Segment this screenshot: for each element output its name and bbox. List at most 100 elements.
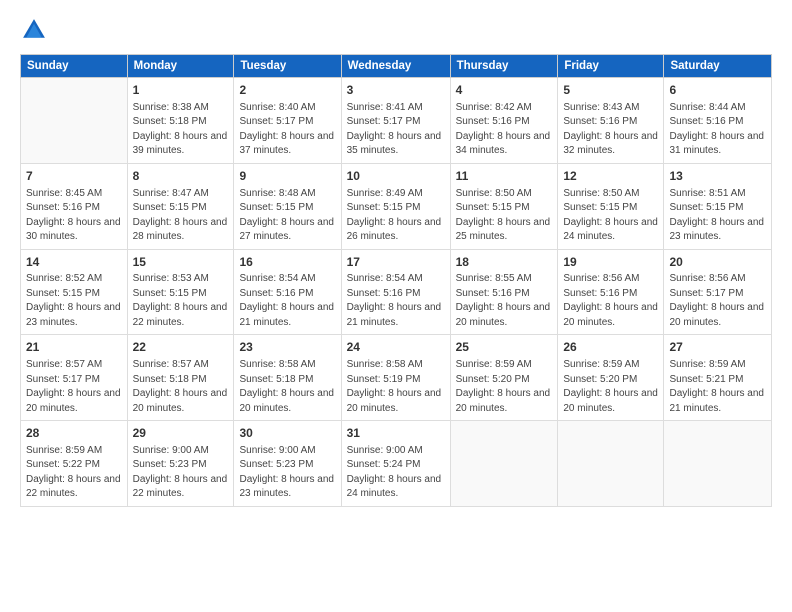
calendar-header-row: SundayMondayTuesdayWednesdayThursdayFrid… xyxy=(21,55,772,78)
calendar-cell: 27 Sunrise: 8:59 AMSunset: 5:21 PMDayligh… xyxy=(664,335,772,421)
day-info: Sunrise: 8:44 AMSunset: 5:16 PMDaylight:… xyxy=(669,101,766,159)
day-info: Sunrise: 8:54 AMSunset: 5:16 PMDaylight:… xyxy=(347,272,445,330)
calendar-table: SundayMondayTuesdayWednesdayThursdayFrid… xyxy=(20,54,772,507)
day-number: 19 xyxy=(563,254,658,271)
calendar-cell: 28Sunrise: 8:59 AMSunset: 5:22 PMDayligh… xyxy=(21,421,128,507)
day-info: Sunrise: 8:40 AMSunset: 5:17 PMDaylight:… xyxy=(239,101,335,159)
calendar-header-thursday: Thursday xyxy=(450,55,558,78)
calendar-header-tuesday: Tuesday xyxy=(234,55,341,78)
day-number: 25 xyxy=(456,339,553,356)
day-info: Sunrise: 9:00 AMSunset: 5:24 PMDaylight:… xyxy=(347,444,445,502)
calendar-cell: 3 Sunrise: 8:41 AMSunset: 5:17 PMDaylight… xyxy=(341,78,450,164)
day-number: 20 xyxy=(669,254,766,271)
calendar-header-monday: Monday xyxy=(127,55,234,78)
calendar-cell: 12 Sunrise: 8:50 AMSunset: 5:15 PMDayligh… xyxy=(558,163,664,249)
day-number: 17 xyxy=(347,254,445,271)
day-number: 12 xyxy=(563,168,658,185)
day-info: Sunrise: 8:51 AMSunset: 5:15 PMDaylight:… xyxy=(669,187,766,245)
calendar-cell: 18Sunrise: 8:55 AMSunset: 5:16 PMDayligh… xyxy=(450,249,558,335)
day-info: Sunrise: 9:00 AMSunset: 5:23 PMDaylight:… xyxy=(239,444,335,502)
day-info: Sunrise: 8:58 AMSunset: 5:18 PMDaylight:… xyxy=(239,358,335,416)
day-info: Sunrise: 8:38 AMSunset: 5:18 PMDaylight:… xyxy=(133,101,229,159)
calendar-cell xyxy=(450,421,558,507)
day-number: 1 xyxy=(133,82,229,99)
calendar-header-sunday: Sunday xyxy=(21,55,128,78)
day-info: Sunrise: 8:59 AMSunset: 5:21 PMDaylight:… xyxy=(669,358,766,416)
day-info: Sunrise: 8:59 AMSunset: 5:20 PMDaylight:… xyxy=(456,358,553,416)
calendar-cell: 9Sunrise: 8:48 AMSunset: 5:15 PMDaylight… xyxy=(234,163,341,249)
day-info: Sunrise: 8:59 AMSunset: 5:20 PMDaylight:… xyxy=(563,358,658,416)
day-info: Sunrise: 8:55 AMSunset: 5:16 PMDaylight:… xyxy=(456,272,553,330)
day-info: Sunrise: 8:54 AMSunset: 5:16 PMDaylight:… xyxy=(239,272,335,330)
calendar-cell: 29 Sunrise: 9:00 AMSunset: 5:23 PMDayligh… xyxy=(127,421,234,507)
day-number: 5 xyxy=(563,82,658,99)
calendar-cell: 4Sunrise: 8:42 AMSunset: 5:16 PMDaylight… xyxy=(450,78,558,164)
day-number: 3 xyxy=(347,82,445,99)
calendar-cell: 22 Sunrise: 8:57 AMSunset: 5:18 PMDayligh… xyxy=(127,335,234,421)
day-info: Sunrise: 8:58 AMSunset: 5:19 PMDaylight:… xyxy=(347,358,445,416)
day-info: Sunrise: 8:56 AMSunset: 5:17 PMDaylight:… xyxy=(669,272,766,330)
calendar-cell: 16Sunrise: 8:54 AMSunset: 5:16 PMDayligh… xyxy=(234,249,341,335)
day-info: Sunrise: 8:42 AMSunset: 5:16 PMDaylight:… xyxy=(456,101,553,159)
day-number: 15 xyxy=(133,254,229,271)
calendar-cell: 7 Sunrise: 8:45 AMSunset: 5:16 PMDaylight… xyxy=(21,163,128,249)
calendar-cell: 14Sunrise: 8:52 AMSunset: 5:15 PMDayligh… xyxy=(21,249,128,335)
day-number: 24 xyxy=(347,339,445,356)
day-info: Sunrise: 8:49 AMSunset: 5:15 PMDaylight:… xyxy=(347,187,445,245)
day-number: 13 xyxy=(669,168,766,185)
day-info: Sunrise: 8:48 AMSunset: 5:15 PMDaylight:… xyxy=(239,187,335,245)
calendar-cell: 6Sunrise: 8:44 AMSunset: 5:16 PMDaylight… xyxy=(664,78,772,164)
day-info: Sunrise: 8:41 AMSunset: 5:17 PMDaylight:… xyxy=(347,101,445,159)
calendar-cell xyxy=(558,421,664,507)
calendar-header-wednesday: Wednesday xyxy=(341,55,450,78)
calendar-cell: 11Sunrise: 8:50 AMSunset: 5:15 PMDayligh… xyxy=(450,163,558,249)
calendar-cell: 10Sunrise: 8:49 AMSunset: 5:15 PMDayligh… xyxy=(341,163,450,249)
logo-icon xyxy=(20,16,48,44)
page: SundayMondayTuesdayWednesdayThursdayFrid… xyxy=(0,0,792,612)
calendar-cell: 26 Sunrise: 8:59 AMSunset: 5:20 PMDayligh… xyxy=(558,335,664,421)
calendar-week-1: 7 Sunrise: 8:45 AMSunset: 5:16 PMDaylight… xyxy=(21,163,772,249)
day-number: 22 xyxy=(133,339,229,356)
day-number: 14 xyxy=(26,254,122,271)
day-info: Sunrise: 9:00 AMSunset: 5:23 PMDaylight:… xyxy=(133,444,229,502)
day-number: 16 xyxy=(239,254,335,271)
calendar-header-friday: Friday xyxy=(558,55,664,78)
logo xyxy=(20,16,52,44)
day-number: 29 xyxy=(133,425,229,442)
calendar-header-saturday: Saturday xyxy=(664,55,772,78)
calendar-cell: 15Sunrise: 8:53 AMSunset: 5:15 PMDayligh… xyxy=(127,249,234,335)
calendar-cell xyxy=(664,421,772,507)
calendar-cell: 1 Sunrise: 8:38 AMSunset: 5:18 PMDaylight… xyxy=(127,78,234,164)
day-info: Sunrise: 8:45 AMSunset: 5:16 PMDaylight:… xyxy=(26,187,122,245)
calendar-week-0: 1 Sunrise: 8:38 AMSunset: 5:18 PMDaylight… xyxy=(21,78,772,164)
day-number: 26 xyxy=(563,339,658,356)
day-number: 27 xyxy=(669,339,766,356)
calendar-cell: 19Sunrise: 8:56 AMSunset: 5:16 PMDayligh… xyxy=(558,249,664,335)
calendar-cell: 24 Sunrise: 8:58 AMSunset: 5:19 PMDayligh… xyxy=(341,335,450,421)
calendar-cell: 31 Sunrise: 9:00 AMSunset: 5:24 PMDayligh… xyxy=(341,421,450,507)
calendar-cell: 25 Sunrise: 8:59 AMSunset: 5:20 PMDayligh… xyxy=(450,335,558,421)
calendar-week-3: 21Sunrise: 8:57 AMSunset: 5:17 PMDayligh… xyxy=(21,335,772,421)
calendar-cell: 23 Sunrise: 8:58 AMSunset: 5:18 PMDayligh… xyxy=(234,335,341,421)
day-info: Sunrise: 8:59 AMSunset: 5:22 PMDaylight:… xyxy=(26,444,122,502)
calendar-week-2: 14Sunrise: 8:52 AMSunset: 5:15 PMDayligh… xyxy=(21,249,772,335)
day-number: 8 xyxy=(133,168,229,185)
day-info: Sunrise: 8:57 AMSunset: 5:18 PMDaylight:… xyxy=(133,358,229,416)
calendar-cell: 17Sunrise: 8:54 AMSunset: 5:16 PMDayligh… xyxy=(341,249,450,335)
day-number: 23 xyxy=(239,339,335,356)
calendar-cell: 8 Sunrise: 8:47 AMSunset: 5:15 PMDaylight… xyxy=(127,163,234,249)
header xyxy=(20,16,772,44)
day-info: Sunrise: 8:57 AMSunset: 5:17 PMDaylight:… xyxy=(26,358,122,416)
day-number: 2 xyxy=(239,82,335,99)
day-info: Sunrise: 8:47 AMSunset: 5:15 PMDaylight:… xyxy=(133,187,229,245)
day-info: Sunrise: 8:52 AMSunset: 5:15 PMDaylight:… xyxy=(26,272,122,330)
day-number: 30 xyxy=(239,425,335,442)
calendar-cell: 20Sunrise: 8:56 AMSunset: 5:17 PMDayligh… xyxy=(664,249,772,335)
calendar-cell xyxy=(21,78,128,164)
day-number: 31 xyxy=(347,425,445,442)
day-number: 7 xyxy=(26,168,122,185)
day-number: 11 xyxy=(456,168,553,185)
calendar-week-4: 28Sunrise: 8:59 AMSunset: 5:22 PMDayligh… xyxy=(21,421,772,507)
day-info: Sunrise: 8:53 AMSunset: 5:15 PMDaylight:… xyxy=(133,272,229,330)
day-info: Sunrise: 8:50 AMSunset: 5:15 PMDaylight:… xyxy=(563,187,658,245)
